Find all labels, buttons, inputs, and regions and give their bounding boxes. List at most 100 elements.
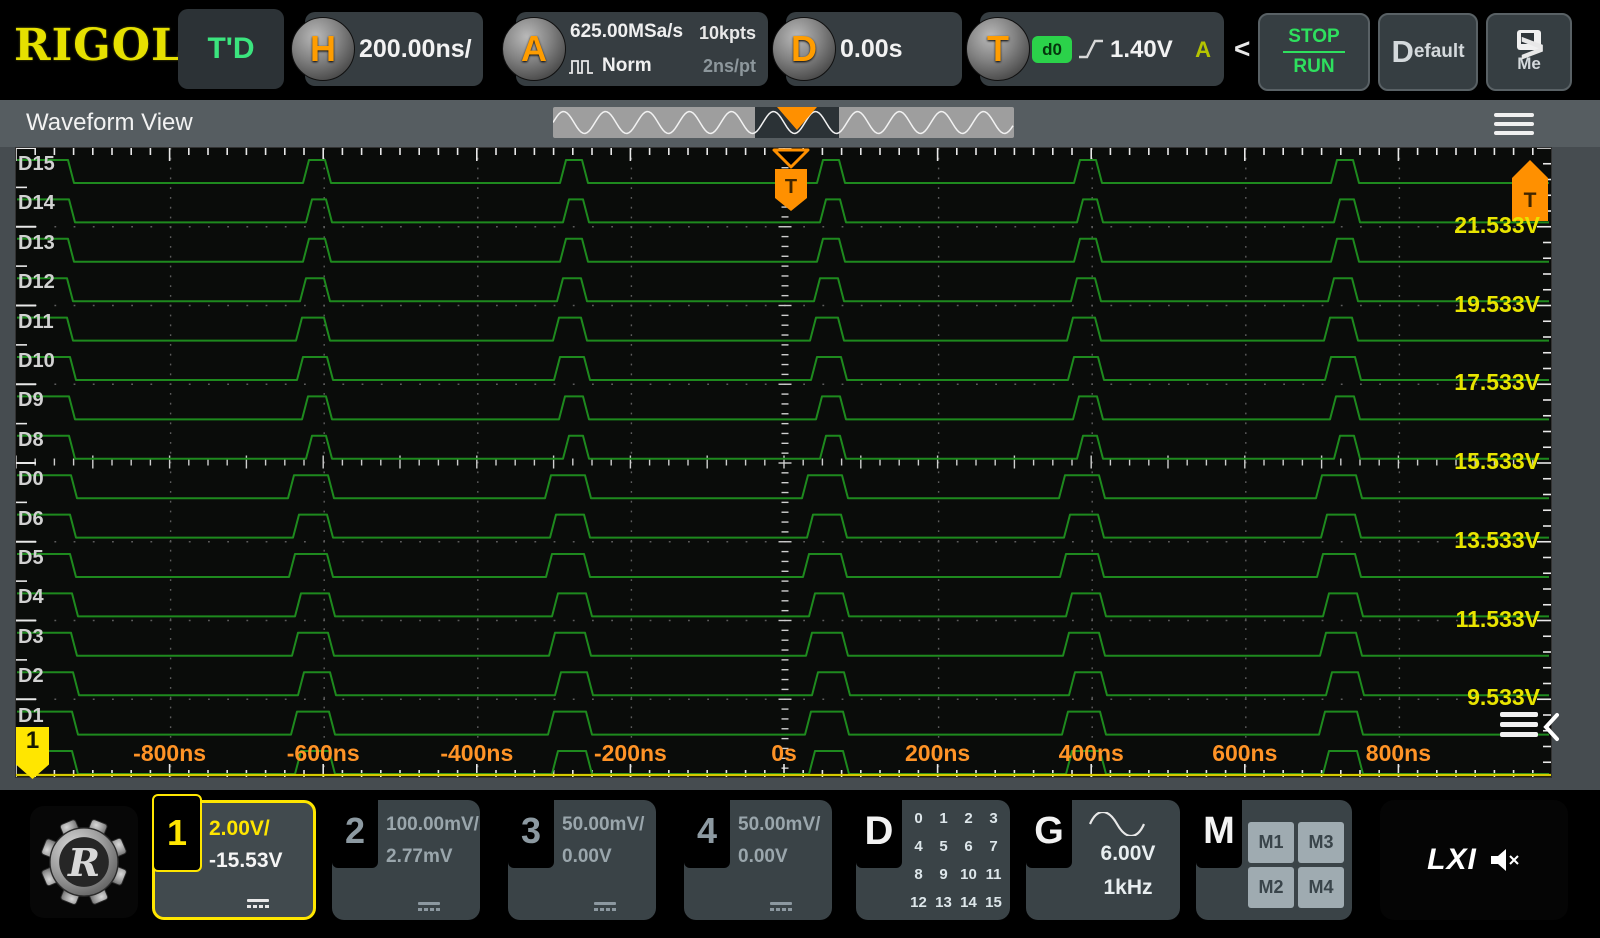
trigger-level: 1.40V bbox=[1110, 36, 1173, 63]
digital-channel-number-14: 14 bbox=[960, 893, 977, 911]
digital-trace-D5 bbox=[17, 553, 1549, 578]
rigol-gear-button[interactable]: R bbox=[30, 806, 138, 918]
top-status-bar: RIGOL T'D 200.00ns/ H 625.00MSa/s 10kpts… bbox=[0, 0, 1600, 100]
acquisition-mode: Norm bbox=[602, 55, 652, 76]
sample-rate: 625.00MSa/s bbox=[570, 21, 684, 42]
channel-1-offset: -15.53V bbox=[209, 849, 283, 872]
bottom-channel-bar: R 1 2.00V/ -15.53V 2 100.00mV/2.77mV 3 50.00mV… bbox=[0, 790, 1600, 938]
channel-3-offset: 0.00V bbox=[562, 846, 612, 867]
digital-trace-D3 bbox=[17, 631, 1549, 657]
math-button-m4[interactable]: M4 bbox=[1298, 867, 1344, 908]
trigger-knob[interactable]: T bbox=[966, 17, 1030, 81]
digital-trace-D12 bbox=[17, 277, 1549, 303]
digital-channel-number-7: 7 bbox=[989, 837, 998, 855]
channel-3-tile[interactable]: 3 50.00mV/0.00V bbox=[508, 794, 656, 920]
digital-trace-D8 bbox=[17, 434, 1549, 460]
lxi-label: LXI bbox=[1427, 843, 1477, 876]
math-button-m2[interactable]: M2 bbox=[1248, 867, 1294, 908]
digital-channel-number-9: 9 bbox=[939, 865, 948, 883]
acquisition-knob[interactable]: A bbox=[502, 17, 566, 81]
generator-frequency: 1kHz bbox=[1103, 876, 1153, 899]
trigger-status-tile[interactable]: T'D bbox=[178, 9, 284, 89]
channel-1-scale: 2.00V/ bbox=[209, 817, 270, 840]
digital-channel-number-11: 11 bbox=[985, 865, 1002, 883]
channel-2-tile[interactable]: 2 100.00mV/2.77mV bbox=[332, 794, 480, 920]
digital-channel-number-1: 1 bbox=[939, 809, 948, 827]
run-label: RUN bbox=[1293, 56, 1335, 77]
horizontal-scale-value: 200.00ns/ bbox=[359, 34, 472, 63]
hamburger-menu-icon[interactable] bbox=[1494, 113, 1534, 135]
lxi-status-tile[interactable]: LXI bbox=[1380, 800, 1568, 920]
stop-run-divider bbox=[1283, 51, 1345, 53]
stop-label: STOP bbox=[1288, 26, 1340, 47]
digital-trace-D0 bbox=[17, 474, 1549, 500]
channel-4-tile[interactable]: 4 50.00mV/0.00V bbox=[684, 794, 832, 920]
gear-r-icon: R bbox=[41, 819, 127, 905]
dc-coupling-icon bbox=[417, 902, 440, 911]
channel-1-tile[interactable]: 1 2.00V/ -15.53V bbox=[152, 794, 316, 920]
horizontal-knob[interactable]: H bbox=[291, 17, 355, 81]
digital-channel-number-8: 8 bbox=[914, 865, 923, 883]
digital-channel-number-15: 15 bbox=[985, 893, 1002, 911]
sine-icon bbox=[1088, 812, 1146, 836]
trigger-source-badge: d0 bbox=[1032, 36, 1072, 63]
digital-channel-number-0: 0 bbox=[914, 809, 923, 827]
nav-right-chevron-icon[interactable]: > bbox=[1520, 24, 1545, 72]
waveform-view-title: Waveform View bbox=[26, 109, 193, 136]
math-button-m1[interactable]: M1 bbox=[1248, 822, 1294, 863]
digital-trace-D4 bbox=[17, 592, 1549, 618]
math-tile[interactable]: M M1 M3 M2 M4 bbox=[1196, 794, 1352, 920]
waveform-canvas: TT bbox=[15, 147, 1551, 777]
digital-channel-number-3: 3 bbox=[989, 809, 998, 827]
dc-coupling-icon bbox=[769, 902, 792, 911]
svg-text:T: T bbox=[785, 176, 797, 198]
stop-run-button[interactable]: STOP RUN bbox=[1258, 13, 1370, 91]
math-tile-letter: M bbox=[1196, 794, 1242, 868]
rigol-logo: RIGOL bbox=[14, 20, 183, 71]
default-initial: D bbox=[1391, 34, 1414, 69]
math-buttons-grid: M1 M3 M2 M4 bbox=[1248, 822, 1344, 908]
svg-text:R: R bbox=[67, 841, 100, 886]
memory-depth: 10kpts bbox=[698, 23, 756, 43]
digital-channel-number-10: 10 bbox=[960, 865, 977, 883]
pulse-icon bbox=[569, 60, 593, 74]
default-rest: efault bbox=[1413, 41, 1465, 62]
digital-trace-D10 bbox=[17, 356, 1549, 381]
digital-channel-number-6: 6 bbox=[964, 837, 973, 855]
oscilloscope-screen: RIGOL T'D 200.00ns/ H 625.00MSa/s 10kpts… bbox=[0, 0, 1600, 938]
waveform-section: Waveform View TT D15 D14 D13 D12 D11 D10 D9 D8 D… bbox=[0, 100, 1600, 790]
default-button[interactable]: Default bbox=[1378, 13, 1478, 91]
trigger-sweep-mode: A bbox=[1195, 37, 1211, 62]
channel-2-offset: 2.77mV bbox=[386, 846, 453, 867]
sample-resolution: 2ns/pt bbox=[702, 56, 756, 76]
channel-2-number: 2 bbox=[332, 794, 378, 868]
digital-channel-number-4: 4 bbox=[914, 837, 923, 855]
speaker-muted-icon bbox=[1490, 849, 1519, 871]
channel-2-scale: 100.00mV/ bbox=[386, 814, 479, 835]
nav-left-chevron-icon[interactable]: < bbox=[1234, 33, 1250, 65]
memory-preview-strip[interactable] bbox=[553, 107, 1014, 138]
waveform-view-header: Waveform View bbox=[0, 100, 1600, 147]
channel-3-scale: 50.00mV/ bbox=[562, 814, 645, 835]
digital-channels-tile[interactable]: D 0 1 2 3 4 5 6 7 8 9 10 11 12 13 14 15 bbox=[856, 794, 1010, 920]
channel-4-scale: 50.00mV/ bbox=[738, 814, 821, 835]
digital-grid: 0 1 2 3 4 5 6 7 8 9 10 11 12 13 14 15 bbox=[906, 804, 1006, 916]
dc-coupling-icon bbox=[246, 899, 269, 908]
trigger-position-arrow bbox=[772, 148, 810, 169]
waveform-plot-area[interactable]: TT bbox=[15, 147, 1552, 778]
math-button-m3[interactable]: M3 bbox=[1298, 822, 1344, 863]
rising-edge-icon bbox=[1079, 39, 1103, 59]
generator-tile[interactable]: G 6.00V 1kHz bbox=[1026, 794, 1180, 920]
channel-3-number: 3 bbox=[508, 794, 554, 868]
generator-tile-letter: G bbox=[1026, 794, 1072, 868]
digital-channel-number-2: 2 bbox=[964, 809, 973, 827]
channel-4-number: 4 bbox=[684, 794, 730, 868]
digital-channel-number-5: 5 bbox=[939, 837, 948, 855]
digital-channel-number-13: 13 bbox=[935, 893, 952, 911]
generator-amplitude: 6.00V bbox=[1100, 842, 1156, 865]
digital-trace-D9 bbox=[17, 395, 1549, 421]
digital-trace-D13 bbox=[17, 237, 1549, 263]
dc-coupling-icon bbox=[593, 902, 616, 911]
delay-knob[interactable]: D bbox=[772, 17, 836, 81]
digital-channel-number-12: 12 bbox=[910, 893, 927, 911]
